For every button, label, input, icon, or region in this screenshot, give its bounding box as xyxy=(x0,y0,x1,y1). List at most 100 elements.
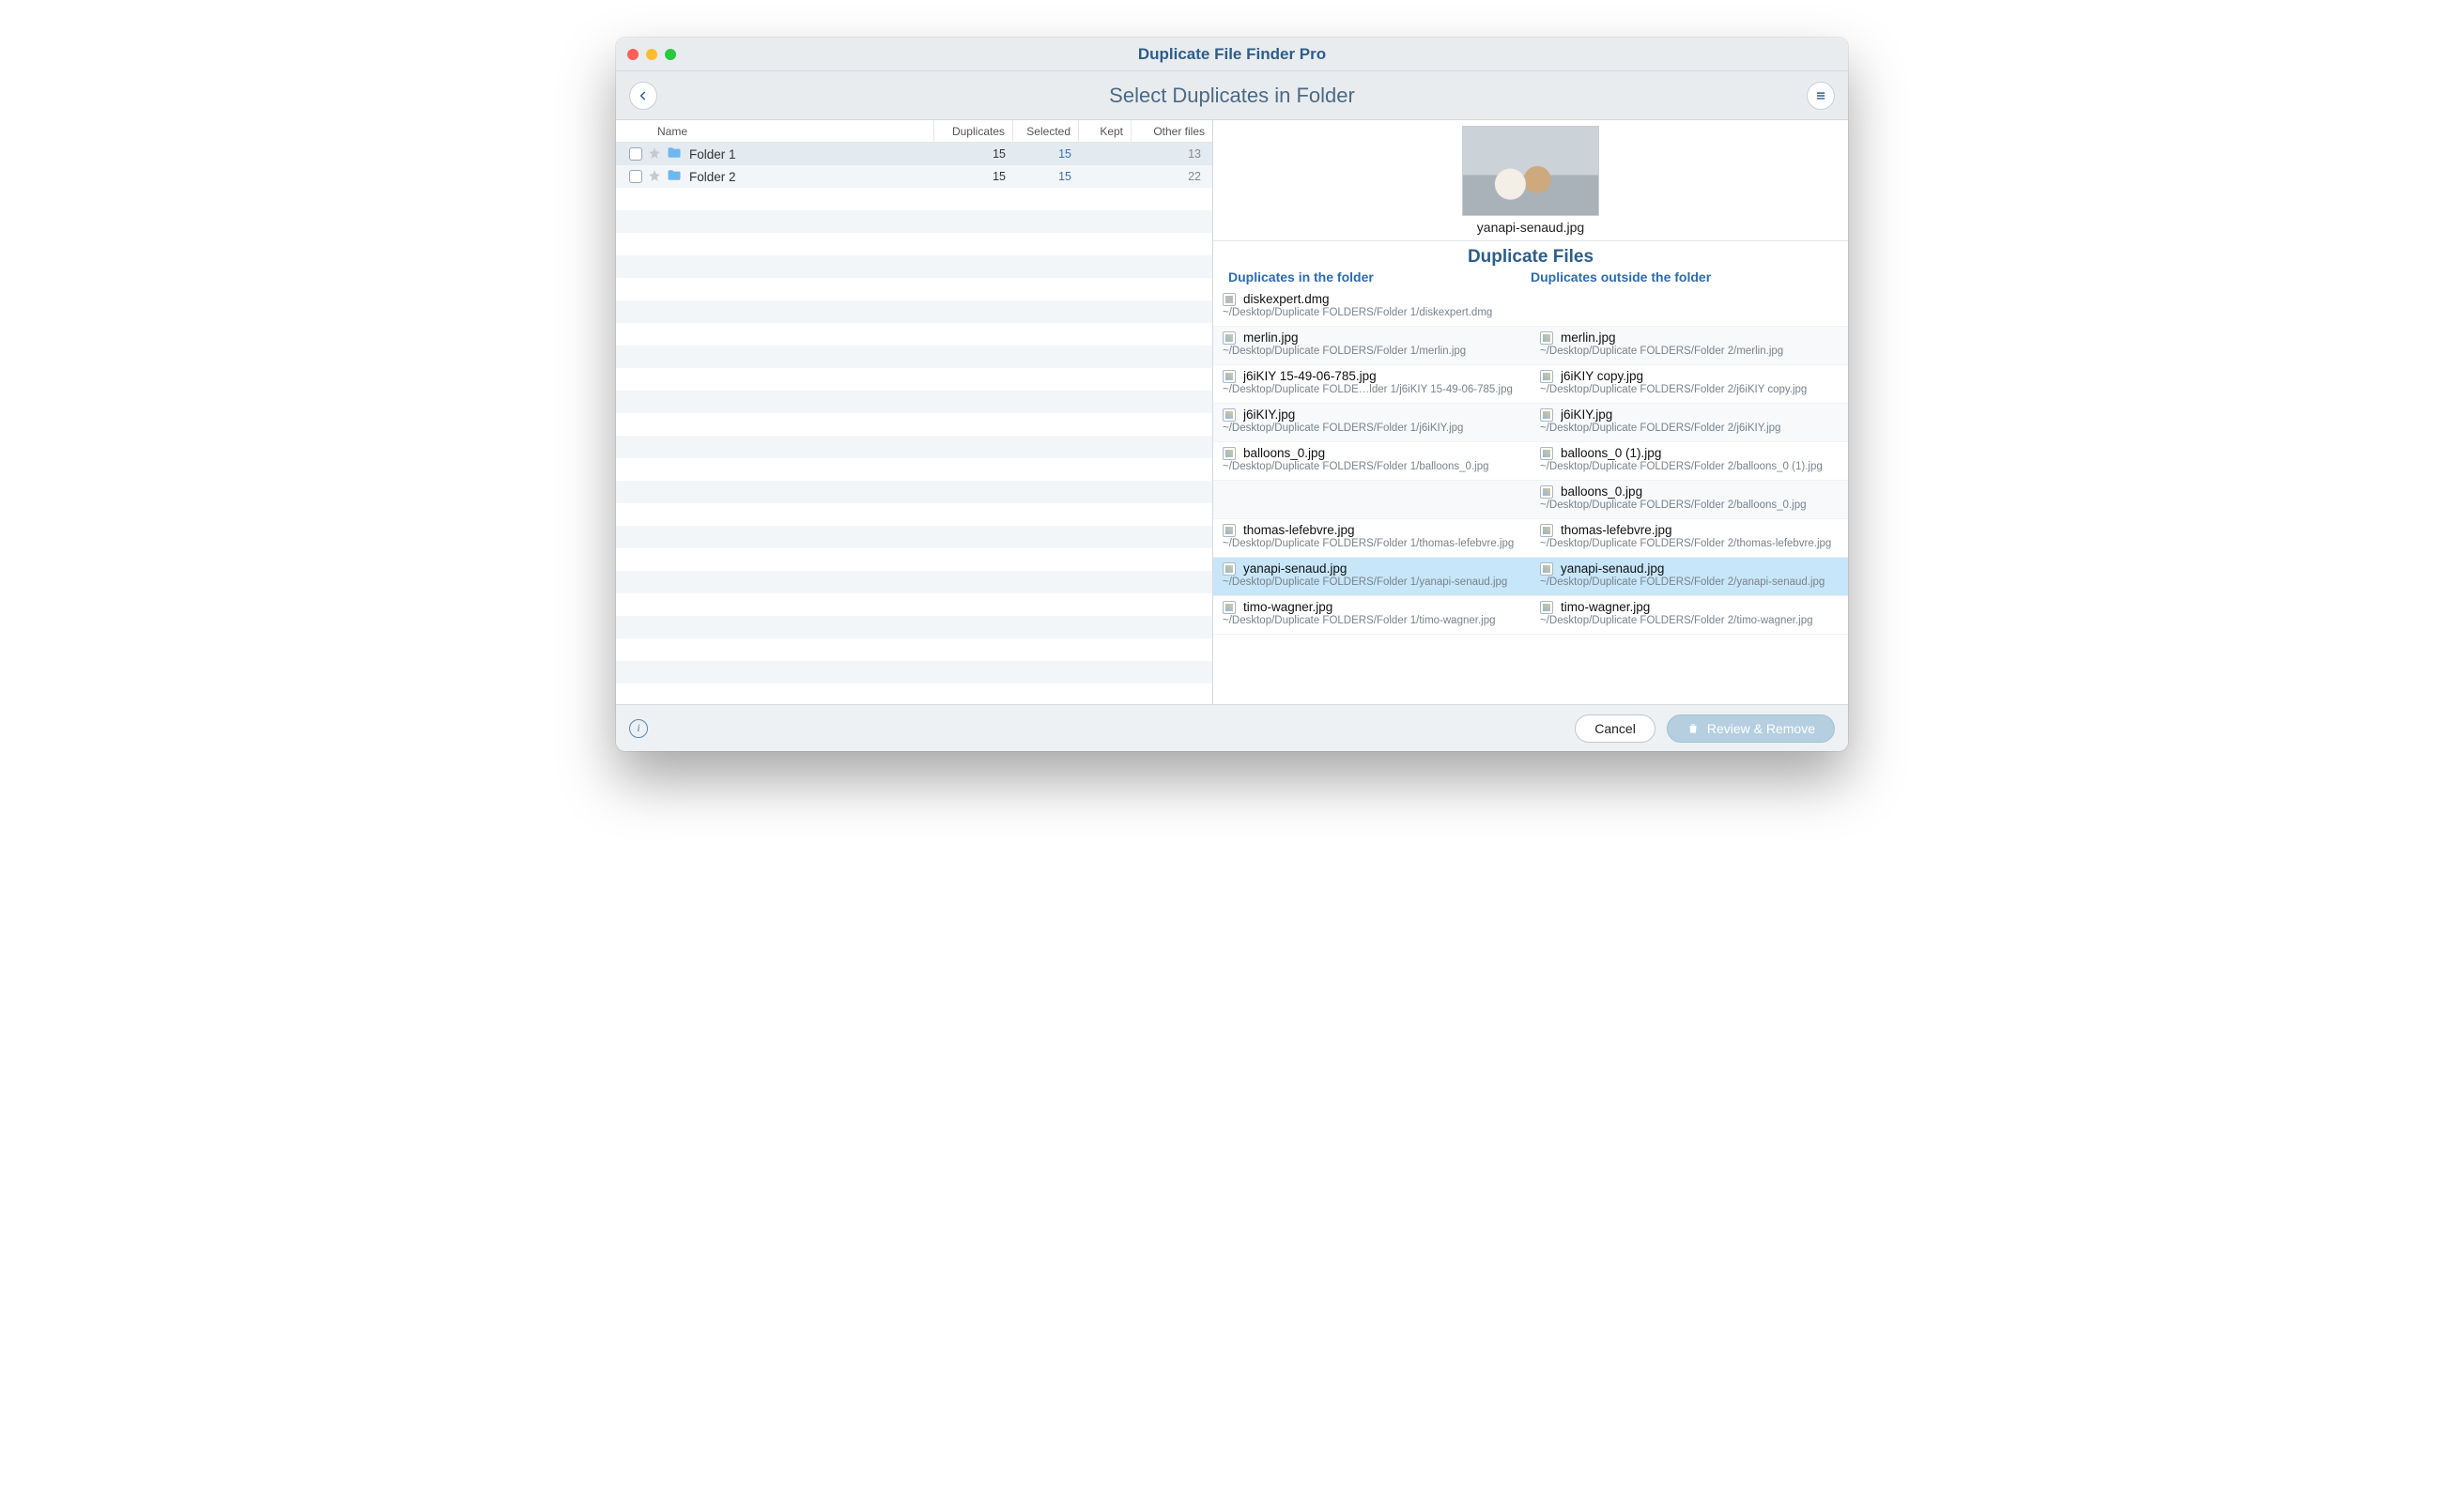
folder-selected-count: 15 xyxy=(1013,170,1079,183)
file-icon xyxy=(1540,408,1553,422)
info-button[interactable]: i xyxy=(629,719,648,738)
duplicate-cell[interactable]: yanapi-senaud.jpg~/Desktop/Duplicate FOL… xyxy=(1213,558,1531,595)
toolbar: Select Duplicates in Folder xyxy=(616,71,1848,120)
preview-filename: yanapi-senaud.jpg xyxy=(1213,220,1848,235)
minimize-window-button[interactable] xyxy=(646,49,657,60)
close-window-button[interactable] xyxy=(627,49,639,60)
duplicate-row[interactable]: thomas-lefebvre.jpg~/Desktop/Duplicate F… xyxy=(1213,519,1848,558)
header-duplicates[interactable]: Duplicates xyxy=(934,120,1013,142)
duplicate-cell[interactable]: diskexpert.dmg~/Desktop/Duplicate FOLDER… xyxy=(1213,288,1531,326)
duplicate-files-title: Duplicate Files xyxy=(1213,241,1848,269)
app-title: Duplicate File Finder Pro xyxy=(676,45,1788,64)
file-name: balloons_0.jpg xyxy=(1561,484,1642,499)
header-inside-folder: Duplicates in the folder xyxy=(1228,269,1531,284)
file-path: ~/Desktop/Duplicate FOLDERS/Folder 2/yan… xyxy=(1540,576,1839,588)
duplicate-cell[interactable]: balloons_0 (1).jpg~/Desktop/Duplicate FO… xyxy=(1531,442,1848,480)
file-icon xyxy=(1540,524,1553,537)
duplicate-rows[interactable]: diskexpert.dmg~/Desktop/Duplicate FOLDER… xyxy=(1213,288,1848,704)
folder-icon xyxy=(667,169,682,184)
favorite-star-icon[interactable] xyxy=(648,169,661,185)
file-icon xyxy=(1223,524,1236,537)
file-name: balloons_0 (1).jpg xyxy=(1561,446,1661,460)
file-path: ~/Desktop/Duplicate FOLDERS/Folder 2/j6i… xyxy=(1540,384,1839,395)
duplicate-cell[interactable]: balloons_0.jpg~/Desktop/Duplicate FOLDER… xyxy=(1213,442,1531,480)
preview-thumbnail[interactable] xyxy=(1462,126,1599,216)
folder-list-panel: Name Duplicates Selected Kept Other file… xyxy=(616,120,1213,704)
folder-checkbox[interactable] xyxy=(629,170,642,183)
file-icon xyxy=(1540,601,1553,614)
file-name: j6iKIY 15-49-06-785.jpg xyxy=(1243,369,1377,383)
file-icon xyxy=(1540,562,1553,576)
chevron-left-icon xyxy=(637,89,650,102)
page-title: Select Duplicates in Folder xyxy=(657,84,1807,108)
file-path: ~/Desktop/Duplicate FOLDERS/Folder 2/j6i… xyxy=(1540,423,1839,434)
file-path: ~/Desktop/Duplicate FOLDE…lder 1/j6iKIY … xyxy=(1223,384,1521,395)
file-name: merlin.jpg xyxy=(1243,330,1299,345)
folder-checkbox[interactable] xyxy=(629,147,642,161)
duplicate-cell[interactable]: timo-wagner.jpg~/Desktop/Duplicate FOLDE… xyxy=(1531,596,1848,634)
header-selected[interactable]: Selected xyxy=(1013,120,1079,142)
file-path: ~/Desktop/Duplicate FOLDERS/Folder 1/yan… xyxy=(1223,576,1521,588)
duplicate-cell-empty xyxy=(1213,481,1531,518)
file-name: timo-wagner.jpg xyxy=(1561,600,1650,614)
duplicate-row[interactable]: yanapi-senaud.jpg~/Desktop/Duplicate FOL… xyxy=(1213,558,1848,596)
duplicate-cell[interactable]: merlin.jpg~/Desktop/Duplicate FOLDERS/Fo… xyxy=(1213,327,1531,364)
file-name: merlin.jpg xyxy=(1561,330,1616,345)
file-path: ~/Desktop/Duplicate FOLDERS/Folder 2/mer… xyxy=(1540,346,1839,357)
duplicate-cell[interactable]: balloons_0.jpg~/Desktop/Duplicate FOLDER… xyxy=(1531,481,1848,518)
duplicate-row[interactable]: balloons_0.jpg~/Desktop/Duplicate FOLDER… xyxy=(1213,442,1848,481)
file-path: ~/Desktop/Duplicate FOLDERS/Folder 2/bal… xyxy=(1540,499,1839,511)
file-icon xyxy=(1223,293,1236,306)
folder-row[interactable]: Folder 1151513 xyxy=(616,143,1212,165)
file-name: balloons_0.jpg xyxy=(1243,446,1325,460)
file-icon xyxy=(1540,485,1553,499)
back-button[interactable] xyxy=(629,82,657,110)
cancel-button[interactable]: Cancel xyxy=(1575,715,1656,743)
duplicate-row[interactable]: merlin.jpg~/Desktop/Duplicate FOLDERS/Fo… xyxy=(1213,327,1848,365)
folder-name: Folder 1 xyxy=(689,147,934,161)
folder-list-header: Name Duplicates Selected Kept Other file… xyxy=(616,120,1212,143)
folder-duplicates-count: 15 xyxy=(934,147,1013,161)
folder-row[interactable]: Folder 2151522 xyxy=(616,165,1212,188)
folder-rows[interactable]: Folder 1151513Folder 2151522 xyxy=(616,143,1212,704)
file-path: ~/Desktop/Duplicate FOLDERS/Folder 1/bal… xyxy=(1223,461,1521,472)
file-name: diskexpert.dmg xyxy=(1243,292,1330,306)
duplicate-cell[interactable]: j6iKIY.jpg~/Desktop/Duplicate FOLDERS/Fo… xyxy=(1213,404,1531,441)
file-name: j6iKIY.jpg xyxy=(1561,407,1612,422)
maximize-window-button[interactable] xyxy=(665,49,676,60)
duplicate-row[interactable]: balloons_0.jpg~/Desktop/Duplicate FOLDER… xyxy=(1213,481,1848,519)
folder-other-count: 13 xyxy=(1132,147,1212,161)
duplicate-cell[interactable]: j6iKIY.jpg~/Desktop/Duplicate FOLDERS/Fo… xyxy=(1531,404,1848,441)
duplicate-cell[interactable]: merlin.jpg~/Desktop/Duplicate FOLDERS/Fo… xyxy=(1531,327,1848,364)
folder-name: Folder 2 xyxy=(689,170,934,184)
duplicate-row[interactable]: j6iKIY.jpg~/Desktop/Duplicate FOLDERS/Fo… xyxy=(1213,404,1848,442)
duplicate-cell[interactable]: thomas-lefebvre.jpg~/Desktop/Duplicate F… xyxy=(1213,519,1531,557)
duplicate-row[interactable]: timo-wagner.jpg~/Desktop/Duplicate FOLDE… xyxy=(1213,596,1848,635)
trash-icon xyxy=(1686,722,1700,735)
file-name: yanapi-senaud.jpg xyxy=(1561,561,1664,576)
duplicate-cell[interactable]: j6iKIY copy.jpg~/Desktop/Duplicate FOLDE… xyxy=(1531,365,1848,403)
favorite-star-icon[interactable] xyxy=(648,146,661,162)
duplicate-row[interactable]: j6iKIY 15-49-06-785.jpg~/Desktop/Duplica… xyxy=(1213,365,1848,404)
header-name[interactable]: Name xyxy=(616,120,934,142)
file-name: j6iKIY copy.jpg xyxy=(1561,369,1643,383)
traffic-lights xyxy=(627,49,676,60)
duplicate-row[interactable]: diskexpert.dmg~/Desktop/Duplicate FOLDER… xyxy=(1213,288,1848,327)
file-path: ~/Desktop/Duplicate FOLDERS/Folder 1/mer… xyxy=(1223,346,1521,357)
duplicate-cell[interactable]: thomas-lefebvre.jpg~/Desktop/Duplicate F… xyxy=(1531,519,1848,557)
app-window: Duplicate File Finder Pro Select Duplica… xyxy=(616,38,1848,751)
duplicate-cell[interactable]: j6iKIY 15-49-06-785.jpg~/Desktop/Duplica… xyxy=(1213,365,1531,403)
file-icon xyxy=(1540,370,1553,383)
header-kept[interactable]: Kept xyxy=(1079,120,1132,142)
menu-button[interactable] xyxy=(1807,82,1835,110)
file-path: ~/Desktop/Duplicate FOLDERS/Folder 1/dis… xyxy=(1223,307,1521,318)
folder-other-count: 22 xyxy=(1132,170,1212,183)
review-remove-button[interactable]: Review & Remove xyxy=(1667,715,1835,743)
duplicate-cell[interactable]: timo-wagner.jpg~/Desktop/Duplicate FOLDE… xyxy=(1213,596,1531,634)
body: Name Duplicates Selected Kept Other file… xyxy=(616,120,1848,704)
duplicate-cell[interactable]: yanapi-senaud.jpg~/Desktop/Duplicate FOL… xyxy=(1531,558,1848,595)
file-path: ~/Desktop/Duplicate FOLDERS/Folder 2/bal… xyxy=(1540,461,1839,472)
file-path: ~/Desktop/Duplicate FOLDERS/Folder 2/tim… xyxy=(1540,615,1839,626)
folder-icon xyxy=(667,146,682,161)
header-other[interactable]: Other files xyxy=(1132,120,1212,142)
